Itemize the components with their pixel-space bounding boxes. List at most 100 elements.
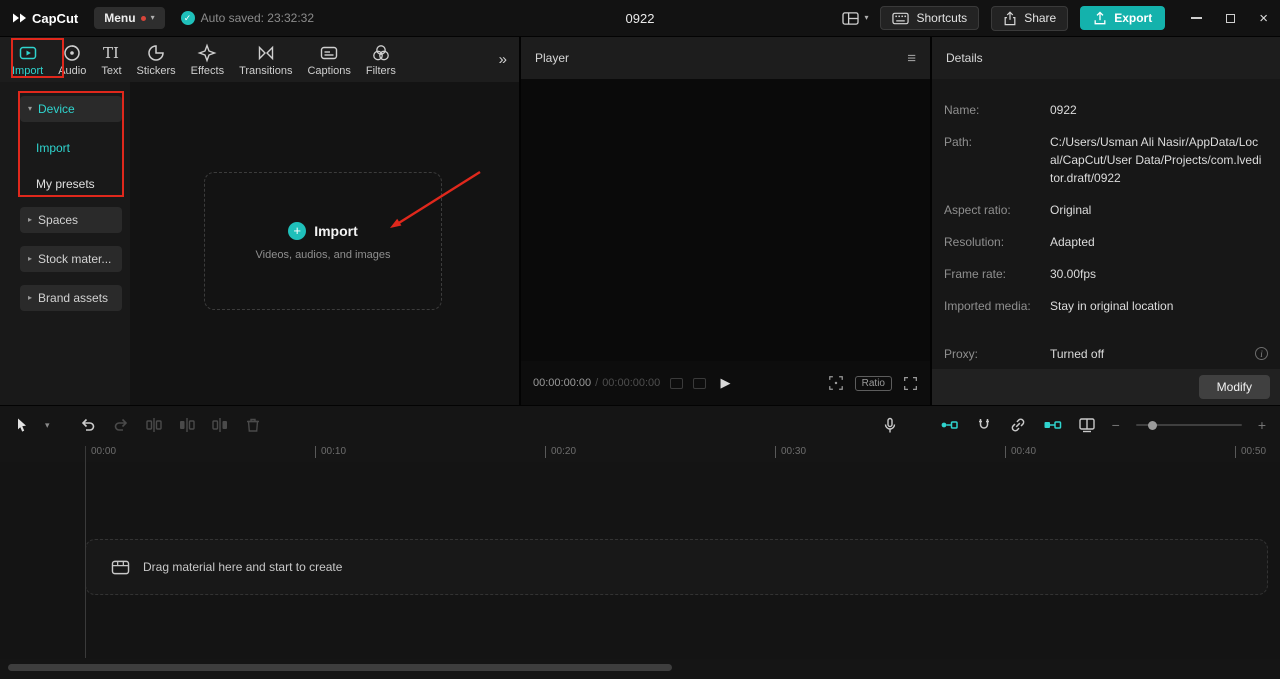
- multitrack-toggle[interactable]: [1043, 416, 1062, 434]
- zoom-out-button[interactable]: −: [1112, 417, 1120, 433]
- sidebar-item-stock-materials[interactable]: ▸ Stock mater...: [20, 246, 122, 272]
- more-tabs-chevron-icon[interactable]: »: [499, 51, 511, 68]
- keyboard-icon: [892, 12, 910, 24]
- detail-row-name: Name: 0922: [944, 103, 1077, 117]
- media-content: + Import Videos, audios, and images: [130, 82, 519, 405]
- caret-right-icon: ▸: [28, 215, 33, 224]
- sidebar-item-my-presets[interactable]: My presets: [0, 171, 130, 197]
- timeline-zoom-slider[interactable]: [1135, 420, 1242, 430]
- export-button[interactable]: Export: [1080, 6, 1166, 30]
- main-track-magnet-toggle[interactable]: [940, 416, 959, 434]
- zoom-slider-thumb[interactable]: [1147, 420, 1157, 430]
- split-icon: [145, 418, 162, 432]
- timeline-panel: ▾ − + 00:00 00:10 00:20 00:30 00:40 00:5…: [0, 406, 1280, 679]
- share-button[interactable]: Share: [991, 5, 1069, 31]
- modify-button[interactable]: Modify: [1198, 375, 1270, 399]
- chevron-down-icon: ▾: [864, 13, 869, 22]
- delete-left-button[interactable]: [178, 416, 196, 434]
- voiceover-button[interactable]: [882, 417, 898, 434]
- tab-audio[interactable]: Audio: [58, 43, 86, 77]
- player-header: Player ≡: [521, 37, 930, 79]
- detail-row-resolution: Resolution: Adapted: [944, 235, 1095, 249]
- timeline-scrollbar[interactable]: [8, 664, 672, 671]
- details-body: Name: 0922 Path: C:/Users/Usman Ali Nasi…: [932, 79, 1280, 363]
- detail-row-proxy: Proxy: Turned off i: [944, 345, 1268, 363]
- svg-text:TI: TI: [103, 44, 119, 62]
- minimize-button[interactable]: [1191, 17, 1203, 19]
- tab-captions[interactable]: Captions: [307, 43, 351, 77]
- import-button-label: Import: [314, 222, 358, 239]
- stickers-tab-icon: [148, 44, 164, 61]
- ruler-mark: 00:30: [775, 446, 806, 458]
- details-title: Details: [946, 51, 983, 65]
- frame-grid-icon[interactable]: [693, 377, 707, 389]
- titlebar: CapCut Menu ▾ ✓ Auto saved: 23:32:32 092…: [0, 0, 1280, 36]
- timeline-tracks[interactable]: Drag material here and start to create: [0, 462, 1280, 659]
- select-tool-caret[interactable]: ▾: [45, 420, 50, 430]
- trash-icon: [246, 418, 259, 432]
- zoom-in-button[interactable]: +: [1258, 417, 1266, 433]
- text-tab-icon: TI: [103, 44, 119, 62]
- ruler-mark: 00:20: [545, 446, 576, 458]
- delete-left-icon: [179, 418, 195, 432]
- capcut-window: CapCut Menu ▾ ✓ Auto saved: 23:32:32 092…: [0, 0, 1280, 679]
- delete-right-button[interactable]: [211, 416, 229, 434]
- chevron-down-icon: ▾: [150, 13, 155, 22]
- sidebar-item-spaces[interactable]: ▸ Spaces: [20, 207, 122, 233]
- layout-icon: [842, 11, 860, 25]
- delete-right-icon: [211, 418, 227, 432]
- delete-button[interactable]: [244, 416, 262, 434]
- player-panel: Player ≡ 00:00:00:00 / 00:00:00:00 ▶ Rat…: [521, 37, 930, 405]
- close-button[interactable]: ×: [1259, 11, 1268, 26]
- frame-view-icon[interactable]: [670, 377, 684, 389]
- ruler-mark: 00:10: [315, 446, 346, 458]
- import-dropzone[interactable]: + Import Videos, audios, and images: [204, 172, 442, 310]
- media-clip-icon: [111, 560, 130, 574]
- timeline-dropzone[interactable]: Drag material here and start to create: [85, 539, 1268, 595]
- split-button[interactable]: [145, 416, 163, 434]
- transitions-tab-icon: [258, 45, 273, 60]
- tab-stickers[interactable]: Stickers: [137, 43, 176, 77]
- tab-effects[interactable]: Effects: [191, 42, 224, 77]
- redo-icon: [114, 418, 127, 431]
- app-name: CapCut: [32, 10, 79, 26]
- maximize-button[interactable]: [1226, 13, 1236, 23]
- detail-row-imported-media: Imported media: Stay in original locatio…: [944, 299, 1174, 313]
- share-icon: [1004, 10, 1016, 25]
- select-tool-button[interactable]: [14, 417, 30, 433]
- sidebar-item-device[interactable]: ▾ Device: [20, 96, 122, 122]
- timeline-ruler[interactable]: 00:00 00:10 00:20 00:30 00:40 00:50: [0, 444, 1280, 462]
- detail-row-path: Path: C:/Users/Usman Ali Nasir/AppData/L…: [944, 135, 1262, 185]
- layout-switch-button[interactable]: ▾: [842, 11, 868, 26]
- menu-notification-dot: [140, 15, 146, 21]
- player-menu-icon[interactable]: ≡: [907, 50, 916, 67]
- tab-transitions[interactable]: Transitions: [239, 43, 292, 77]
- detail-row-frame-rate: Frame rate: 30.00fps: [944, 267, 1097, 281]
- effects-tab-icon: [197, 42, 217, 63]
- fullscreen-icon[interactable]: [903, 376, 918, 391]
- sidebar-item-import[interactable]: Import: [0, 135, 130, 161]
- zoom-fit-icon[interactable]: [828, 375, 844, 391]
- capcut-logo: CapCut: [12, 11, 78, 26]
- tab-text[interactable]: TI Text: [101, 43, 121, 77]
- menu-button[interactable]: Menu ▾: [94, 7, 165, 29]
- timeline-toolbar: ▾ − +: [0, 406, 1280, 444]
- preview-axis-toggle[interactable]: [1078, 416, 1096, 434]
- tab-import[interactable]: Import: [12, 43, 43, 77]
- snap-toggle[interactable]: [975, 416, 993, 434]
- playhead[interactable]: [85, 446, 86, 658]
- undo-button[interactable]: [79, 416, 97, 434]
- sidebar-item-brand-assets[interactable]: ▸ Brand assets: [20, 285, 122, 311]
- shortcuts-button[interactable]: Shortcuts: [880, 6, 980, 30]
- link-icon: [1011, 418, 1024, 432]
- import-subtitle: Videos, audios, and images: [255, 248, 391, 261]
- link-toggle[interactable]: [1009, 416, 1027, 434]
- detail-row-aspect-ratio: Aspect ratio: Original: [944, 203, 1092, 217]
- ratio-button[interactable]: Ratio: [854, 375, 892, 391]
- tab-filters[interactable]: Filters: [366, 43, 396, 77]
- info-icon[interactable]: i: [1255, 347, 1268, 360]
- ruler-mark: 00:00: [85, 446, 116, 458]
- player-viewport[interactable]: [521, 79, 930, 361]
- redo-button[interactable]: [112, 416, 130, 434]
- play-button[interactable]: ▶: [721, 375, 731, 391]
